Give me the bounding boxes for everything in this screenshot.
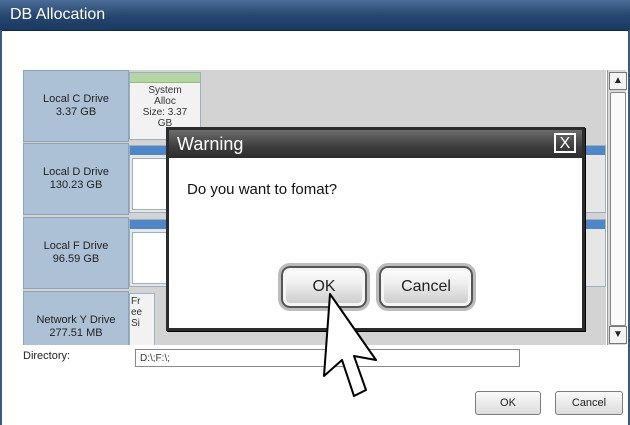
dialog-titlebar: Warning X	[169, 130, 582, 158]
drive-name: Local C Drive	[42, 93, 110, 105]
directory-label: Directory:	[23, 350, 71, 362]
drive-name: Network Y Drive	[36, 314, 116, 326]
drive-name: Local D Drive	[42, 166, 110, 178]
scroll-down-button[interactable]: ▼	[609, 326, 627, 344]
window-border-left	[0, 30, 2, 425]
alloc-line: Si	[131, 318, 140, 329]
alloc-line: Size: 3.37	[142, 107, 188, 118]
allocation-block-free[interactable]: Fr ee Si	[129, 293, 155, 345]
drive-label-d[interactable]: Local D Drive 130.23 GB	[23, 143, 129, 215]
dialog-message: Do you want to fomat?	[187, 181, 338, 198]
allocation-text: System Alloc Size: 3.37 GB	[130, 83, 200, 129]
drive-label-y[interactable]: Network Y Drive 277.51 MB	[23, 291, 129, 345]
dialog-title: Warning	[177, 134, 244, 154]
drive-label-f[interactable]: Local F Drive 96.59 GB	[23, 217, 129, 289]
drive-name: Local F Drive	[43, 240, 109, 252]
close-icon[interactable]: X	[554, 133, 576, 153]
ok-button[interactable]: OK	[475, 391, 541, 415]
alloc-line: System	[148, 85, 182, 96]
window-title: DB Allocation	[10, 6, 106, 23]
drive-size: 3.37 GB	[55, 106, 97, 118]
allocation-text: Fr ee Si	[130, 294, 154, 329]
scroll-thumb[interactable]	[610, 92, 626, 326]
window-titlebar: DB Allocation	[0, 0, 630, 31]
drive-label-c[interactable]: Local C Drive 3.37 GB	[23, 70, 129, 142]
allocation-strip	[130, 73, 200, 83]
alloc-line: ee	[131, 307, 143, 318]
mouse-pointer-icon	[323, 293, 377, 397]
alloc-line: Alloc	[154, 96, 176, 107]
scroll-up-button[interactable]: ▲	[609, 72, 627, 90]
drive-size: 277.51 MB	[49, 327, 103, 339]
cancel-button[interactable]: Cancel	[555, 391, 623, 415]
drive-size: 96.59 GB	[52, 253, 100, 265]
vertical-scrollbar[interactable]: ▲ ▼	[607, 70, 627, 345]
drive-size: 130.23 GB	[49, 179, 103, 191]
alloc-line: Fr	[131, 296, 141, 307]
dialog-cancel-button[interactable]: Cancel	[379, 266, 473, 308]
